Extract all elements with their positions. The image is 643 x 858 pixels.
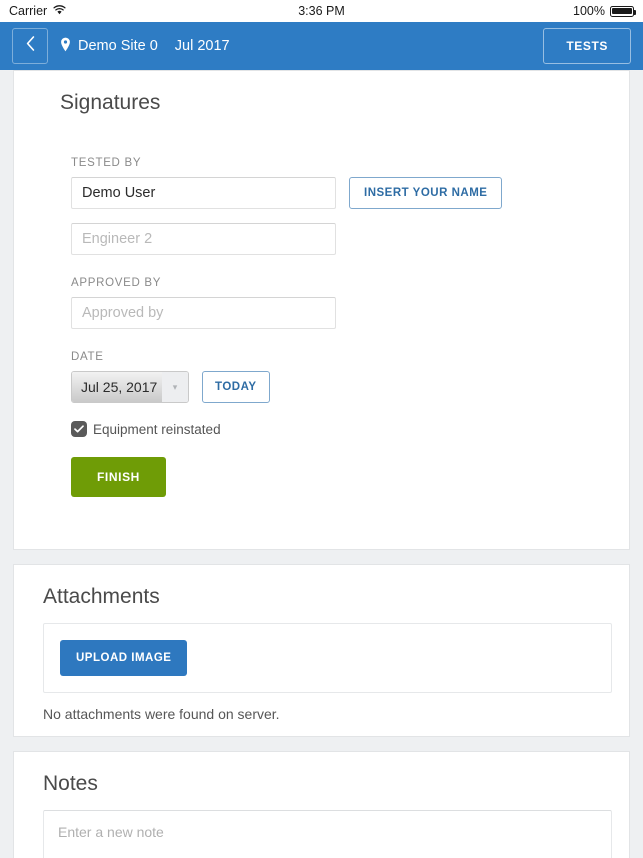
date-value: Jul 25, 2017 xyxy=(72,372,162,402)
approved-by-input[interactable] xyxy=(71,297,336,329)
breadcrumb: Demo Site 0 Jul 2017 xyxy=(60,37,230,56)
notes-body xyxy=(14,796,629,858)
wifi-icon xyxy=(53,4,66,18)
attachments-dropzone[interactable]: UPLOAD IMAGE xyxy=(43,623,612,693)
tests-button[interactable]: TESTS xyxy=(543,28,631,64)
date-row: Jul 25, 2017 ▾ TODAY xyxy=(71,371,629,403)
date-label: DATE xyxy=(71,351,104,363)
battery-percent-label: 100% xyxy=(573,4,605,18)
content-scroll[interactable]: Signatures TESTED BY INSERT YOUR NAME AP… xyxy=(0,70,643,858)
attachments-body: UPLOAD IMAGE No attachments were found o… xyxy=(14,623,629,736)
notes-title: Notes xyxy=(43,772,98,795)
finish-button[interactable]: FINISH xyxy=(71,457,166,497)
status-bar: Carrier 3:36 PM 100% xyxy=(0,0,643,22)
period-label: Jul 2017 xyxy=(174,38,230,54)
upload-image-button[interactable]: UPLOAD IMAGE xyxy=(60,640,188,676)
carrier-label: Carrier xyxy=(9,4,48,18)
chevron-left-icon xyxy=(26,36,35,56)
signatures-form: TESTED BY INSERT YOUR NAME APPROVED BY D… xyxy=(14,157,629,549)
equipment-reinstated-checkbox[interactable] xyxy=(71,421,87,437)
engineer2-row xyxy=(71,223,629,255)
today-button[interactable]: TODAY xyxy=(202,371,270,403)
battery-full-icon xyxy=(610,5,637,17)
date-select[interactable]: Jul 25, 2017 ▾ xyxy=(71,371,189,403)
site-name: Demo Site 0 xyxy=(78,38,158,54)
new-note-input[interactable] xyxy=(43,810,612,858)
approved-by-row xyxy=(71,297,629,329)
equipment-reinstated-row[interactable]: Equipment reinstated xyxy=(71,421,629,437)
tested-by-row: INSERT YOUR NAME xyxy=(71,177,629,209)
signatures-title: Signatures xyxy=(60,91,161,114)
checkmark-icon xyxy=(74,420,84,438)
attachments-empty-text: No attachments were found on server. xyxy=(43,706,280,722)
notes-card: Notes xyxy=(13,751,630,858)
insert-your-name-button[interactable]: INSERT YOUR NAME xyxy=(349,177,503,209)
nav-bar: Demo Site 0 Jul 2017 TESTS xyxy=(0,22,643,70)
signatures-card: Signatures TESTED BY INSERT YOUR NAME AP… xyxy=(13,70,630,550)
status-bar-clock: 3:36 PM xyxy=(298,4,345,18)
approved-by-label: APPROVED BY xyxy=(71,277,162,289)
tested-by-label: TESTED BY xyxy=(71,157,142,169)
attachments-card: Attachments UPLOAD IMAGE No attachments … xyxy=(13,564,630,737)
status-bar-left: Carrier xyxy=(9,4,66,18)
map-pin-icon xyxy=(60,37,71,56)
status-bar-right: 100% xyxy=(573,4,637,18)
chevron-down-icon: ▾ xyxy=(162,372,188,402)
tested-by-input[interactable] xyxy=(71,177,336,209)
equipment-reinstated-label: Equipment reinstated xyxy=(93,421,221,437)
engineer2-input[interactable] xyxy=(71,223,336,255)
attachments-title: Attachments xyxy=(43,585,160,608)
back-button[interactable] xyxy=(12,28,48,64)
